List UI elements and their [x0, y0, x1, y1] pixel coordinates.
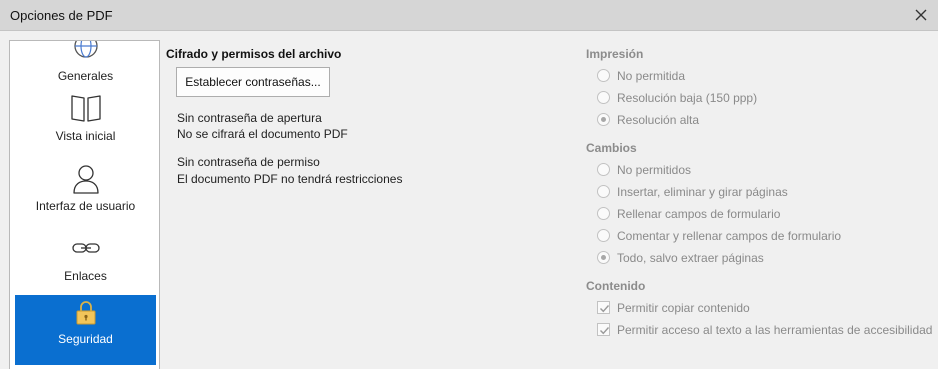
sidebar-item-interfaz[interactable]: Interfaz de usuario: [15, 159, 156, 229]
radio-button[interactable]: [597, 185, 610, 198]
category-sidebar: Generales Vista inicial Interfaz de usua…: [9, 40, 160, 369]
book-icon: [70, 95, 101, 122]
sidebar-item-enlaces[interactable]: Enlaces: [15, 229, 156, 299]
window-title: Opciones de PDF: [10, 8, 113, 23]
lock-icon: [76, 301, 95, 325]
option-label: Rellenar campos de formulario: [617, 207, 781, 221]
radio-button[interactable]: [597, 251, 610, 264]
set-passwords-button[interactable]: Establecer contraseñas...: [176, 67, 330, 97]
permission-password-status: Sin contraseña de permiso: [177, 155, 320, 169]
radio-button[interactable]: [597, 69, 610, 82]
title-bar: Opciones de PDF: [0, 0, 938, 31]
radio-button[interactable]: [597, 163, 610, 176]
radio-button[interactable]: [597, 207, 610, 220]
open-password-status: Sin contraseña de apertura: [177, 111, 322, 125]
changes-group-title: Cambios: [586, 141, 637, 155]
option-label: Resolución baja (150 ppp): [617, 91, 758, 105]
option-label: No permitida: [617, 69, 686, 83]
option-label: Comentar y rellenar campos de formulario: [617, 229, 842, 243]
sidebar-item-label: Vista inicial: [55, 129, 116, 143]
close-icon: [915, 9, 927, 21]
content-group-title: Contenido: [586, 279, 646, 293]
checkmark-icon: [600, 327, 610, 335]
sidebar-item-vista-inicial[interactable]: Vista inicial: [15, 89, 156, 159]
dialog-content: Generales Vista inicial Interfaz de usua…: [0, 31, 938, 369]
sidebar-item-label: Interfaz de usuario: [35, 199, 136, 213]
sidebar-item-seguridad[interactable]: Seguridad: [15, 295, 156, 365]
radio-button[interactable]: [597, 229, 610, 242]
option-label: No permitidos: [617, 163, 692, 177]
permission-password-detail: El documento PDF no tendrá restricciones: [177, 172, 403, 186]
printing-group-title: Impresión: [586, 47, 644, 61]
encryption-section-title: Cifrado y permisos del archivo: [166, 47, 342, 61]
option-label: Todo, salvo extraer páginas: [617, 251, 764, 265]
globe-icon: [73, 41, 98, 58]
link-icon: [71, 243, 100, 253]
checkmark-icon: [600, 305, 610, 313]
option-label: Insertar, eliminar y girar páginas: [617, 185, 788, 199]
checkbox[interactable]: [597, 323, 610, 336]
sidebar-item-label: Seguridad: [58, 332, 113, 346]
option-label: Resolución alta: [617, 113, 700, 127]
checkbox[interactable]: [597, 301, 610, 314]
sidebar-item-label: Enlaces: [64, 269, 107, 283]
radio-button[interactable]: [597, 113, 610, 126]
user-icon: [72, 165, 99, 194]
sidebar-item-label: Generales: [57, 69, 114, 83]
close-button[interactable]: [912, 6, 930, 24]
radio-button[interactable]: [597, 91, 610, 104]
option-label: Permitir acceso al texto a las herramien…: [617, 323, 933, 337]
option-label: Permitir copiar contenido: [617, 301, 750, 315]
sidebar-item-generales[interactable]: Generales: [15, 41, 156, 89]
open-password-detail: No se cifrará el documento PDF: [177, 127, 348, 141]
